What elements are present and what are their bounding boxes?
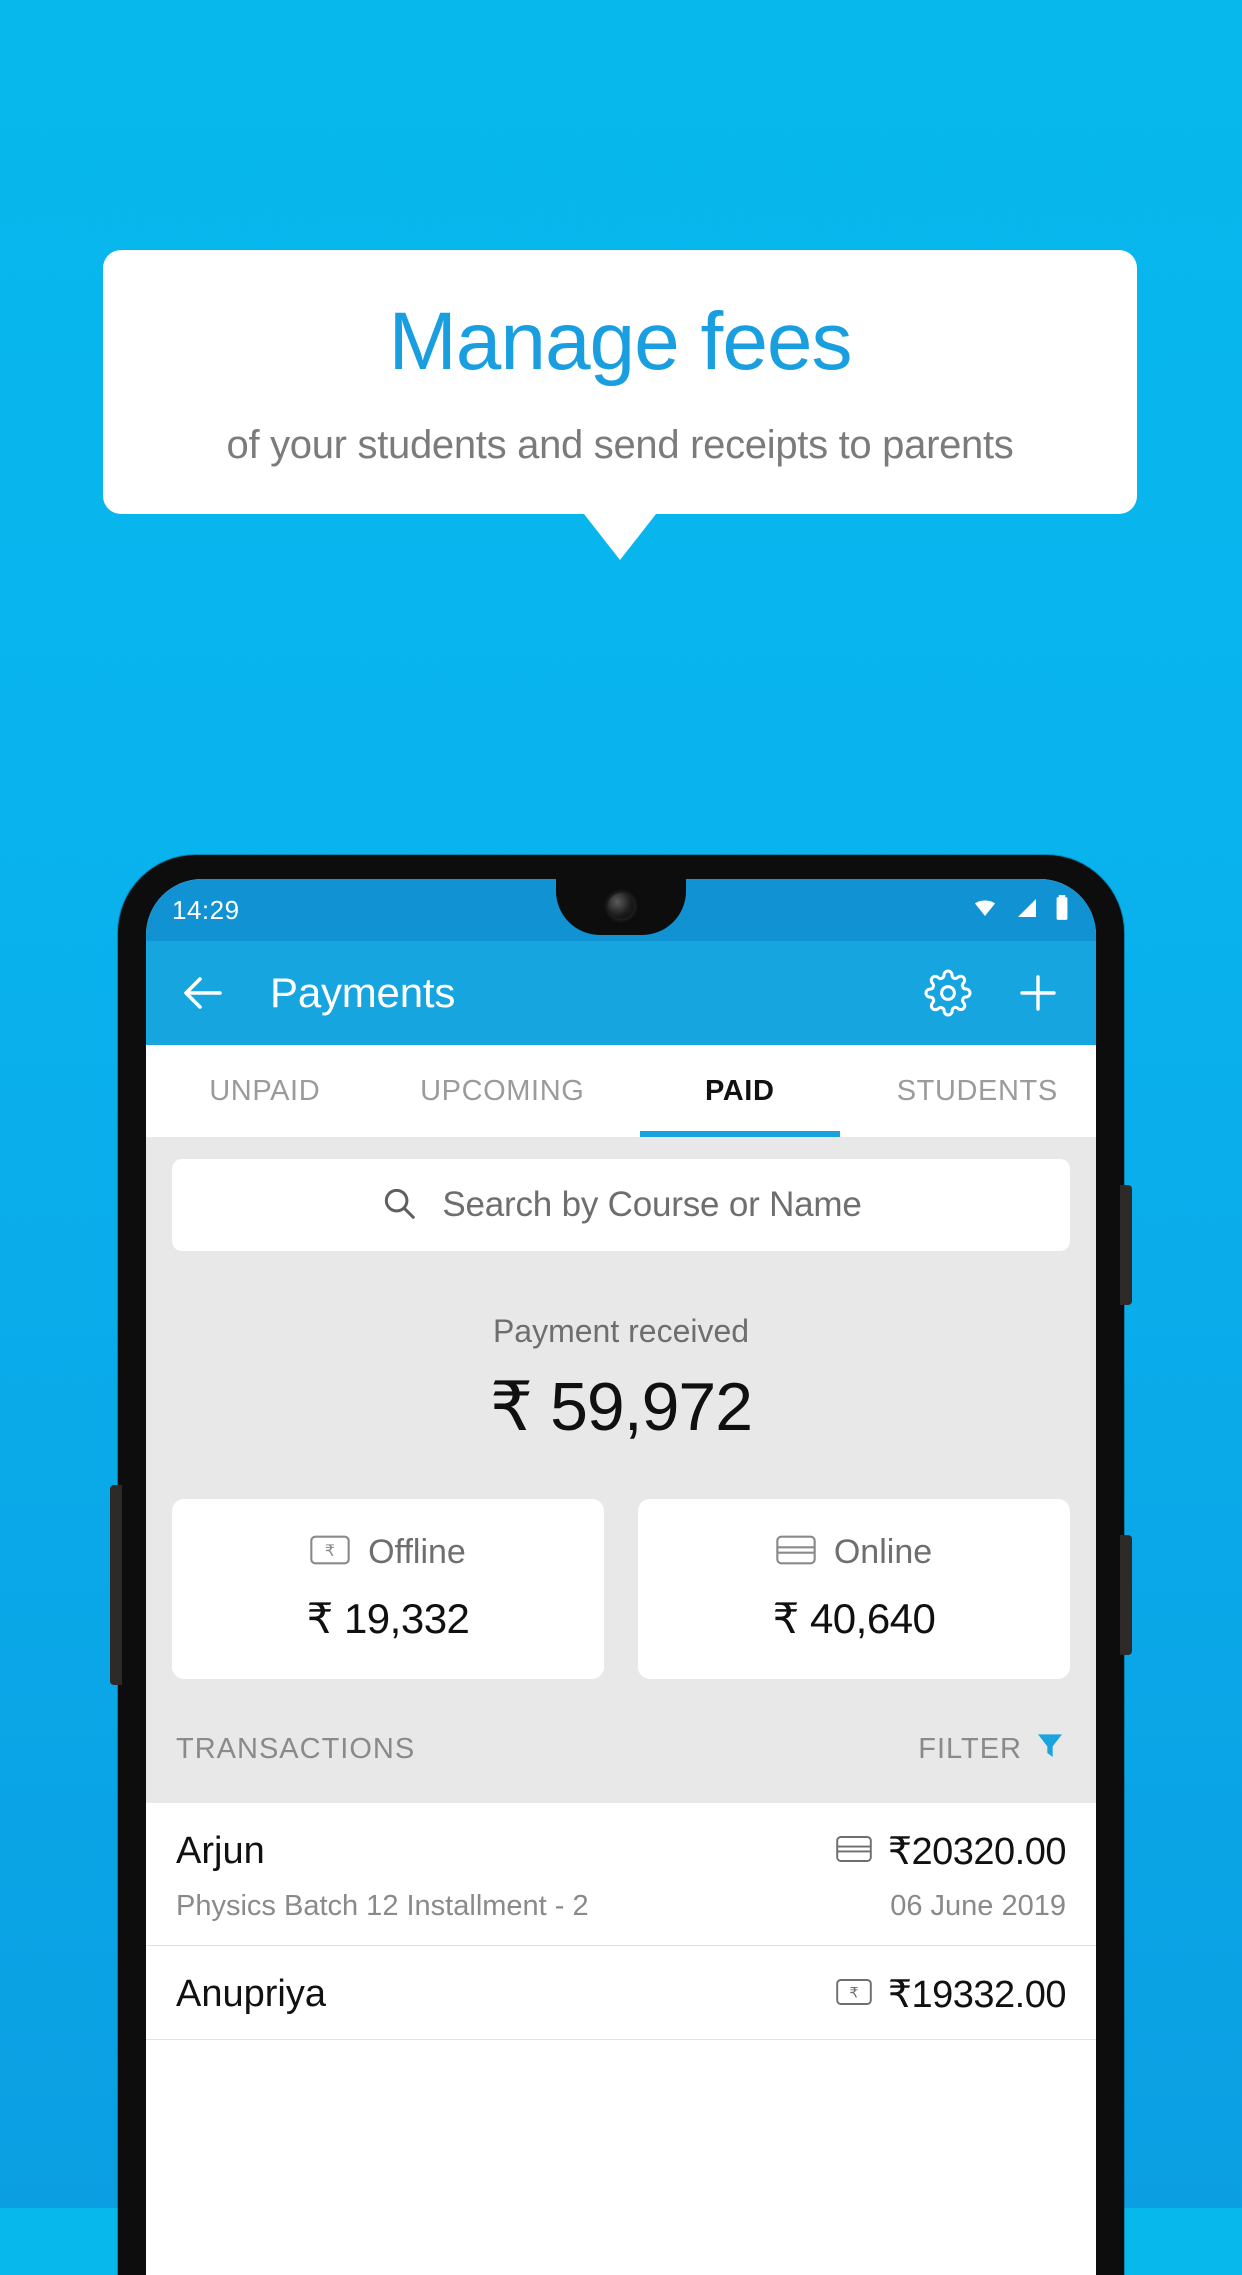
table-row[interactable]: Arjun ₹20320.00 Physics Batch 12 Install… [146,1803,1096,1946]
transactions-header: TRANSACTIONS FILTER [146,1679,1096,1803]
promo-title: Manage fees [388,296,852,387]
offline-card-head: ₹ Offline [172,1533,604,1572]
transaction-name: Anupriya [176,1973,326,2015]
transactions-list: Arjun ₹20320.00 Physics Batch 12 Install… [146,1803,1096,2040]
status-icons [970,894,1070,926]
table-row[interactable]: Anupriya ₹ ₹19332.00 [146,1946,1096,2040]
tab-bar: UNPAID UPCOMING PAID STUDENTS [146,1045,1096,1137]
transaction-amount: ₹20320.00 [887,1831,1067,1873]
plus-icon[interactable] [1014,969,1062,1017]
cash-note-icon: ₹ [310,1535,350,1570]
credit-card-icon [776,1535,816,1570]
transaction-primary-line: Arjun ₹20320.00 [176,1829,1067,1874]
filter-label: FILTER [918,1732,1022,1765]
transaction-name: Arjun [176,1830,265,1872]
summary-label: Payment received [492,1313,750,1349]
search-icon [380,1184,418,1227]
phone-notch [556,879,686,935]
battery-icon [1054,894,1070,926]
search-input[interactable]: Search by Course or Name [172,1159,1070,1251]
filter-button[interactable]: FILTER [918,1729,1066,1769]
online-card[interactable]: Online ₹ 40,640 [638,1499,1070,1679]
tab-students[interactable]: STUDENTS [859,1045,1097,1137]
phone-volume-button[interactable] [1120,1185,1132,1305]
content-area: Search by Course or Name Payment receive… [146,1137,1096,2040]
offline-label: Offline [368,1533,466,1571]
payment-breakdown: ₹ Offline ₹ 19,332 Online ₹ 40,640 [146,1453,1096,1679]
tab-paid[interactable]: PAID [621,1045,859,1137]
promo-subtitle: of your students and send receipts to pa… [226,422,1014,467]
svg-text:₹: ₹ [849,1985,858,2001]
summary-amount: ₹ 59,972 [489,1369,753,1445]
tab-unpaid[interactable]: UNPAID [146,1045,384,1137]
status-bar: 14:29 [146,879,1096,941]
online-label: Online [833,1533,933,1571]
transaction-amount: ₹19332.00 [887,1974,1067,2016]
offline-amount: ₹ 19,332 [306,1595,470,1642]
phone-power-button[interactable] [1120,1535,1132,1655]
offline-card[interactable]: ₹ Offline ₹ 19,332 [172,1499,604,1679]
tab-upcoming[interactable]: UPCOMING [384,1045,622,1137]
online-card-head: Online [638,1533,1070,1572]
cash-note-icon: ₹ [836,1978,872,2011]
back-arrow-icon[interactable] [180,969,228,1017]
page-title: Payments [270,969,456,1016]
signal-icon [1014,896,1040,925]
phone-mockup: 14:29 Payments UNPAID UPCOMING PAID STUD… [110,855,1132,2275]
transaction-amount-group: ₹20320.00 [836,1829,1067,1874]
phone-left-button[interactable] [110,1485,122,1685]
transaction-description: Physics Batch 12 Installment - 2 [176,1890,589,1922]
promo-bubble-tail [584,513,656,560]
funnel-icon [1034,1729,1066,1769]
wifi-icon [970,896,1000,925]
transactions-title: TRANSACTIONS [176,1732,416,1765]
search-section: Search by Course or Name [146,1137,1096,1251]
online-amount: ₹ 40,640 [772,1595,936,1642]
front-camera [608,893,634,919]
svg-text:₹: ₹ [325,1541,335,1560]
phone-screen: 14:29 Payments UNPAID UPCOMING PAID STUD… [146,879,1096,2275]
promo-bubble: Manage fees of your students and send re… [103,250,1137,560]
search-placeholder: Search by Course or Name [442,1185,862,1224]
app-bar: Payments [146,941,1096,1045]
transaction-secondary-line: Physics Batch 12 Installment - 2 06 June… [176,1890,1066,1923]
transaction-primary-line: Anupriya ₹ ₹19332.00 [176,1972,1067,2017]
credit-card-icon [836,1835,872,1868]
transaction-amount-group: ₹ ₹19332.00 [836,1972,1067,2017]
gear-icon[interactable] [924,969,972,1017]
transaction-date: 06 June 2019 [890,1890,1066,1922]
status-time: 14:29 [172,894,240,925]
payment-summary: Payment received ₹ 59,972 [146,1251,1096,1453]
